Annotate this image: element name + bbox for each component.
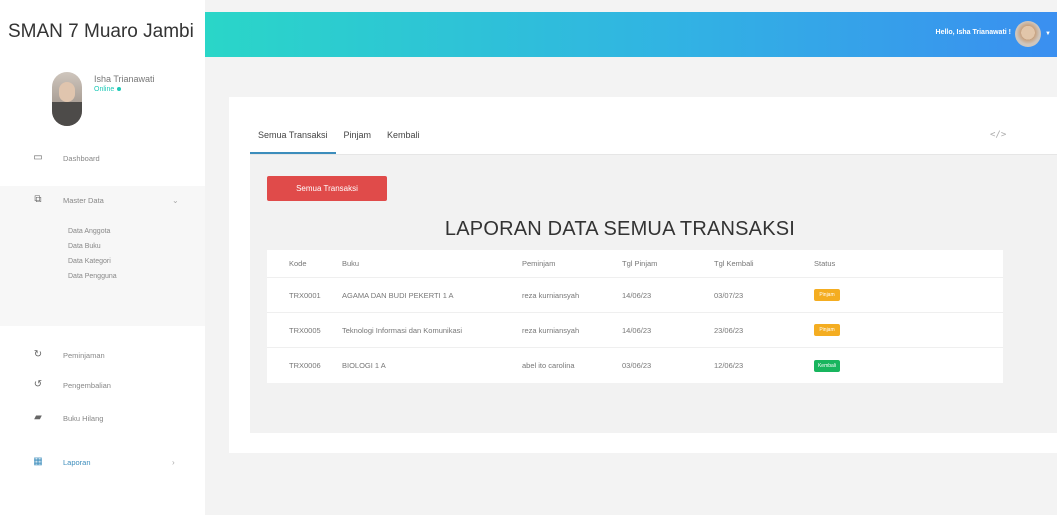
column-header-kode: Kode	[289, 259, 307, 268]
column-header-tgl-pinjam: Tgl Pinjam	[622, 259, 658, 268]
cell-buku: BIOLOGI 1 A	[342, 361, 386, 370]
undo-icon: ↺	[33, 379, 43, 390]
tab-pinjam[interactable]: Pinjam	[336, 124, 380, 154]
caret-down-icon[interactable]: ▼	[1045, 31, 1051, 37]
sidebar-item-master-data[interactable]: ⧉ Master Data ⌄	[0, 186, 205, 214]
cell-tgl-pinjam: 14/06/23	[622, 290, 652, 300]
sidebar-item-laporan[interactable]: ▦ Laporan ›	[0, 448, 205, 476]
sidebar-item-label: Master Data	[63, 195, 104, 205]
user-avatar[interactable]	[1015, 21, 1041, 47]
sidebar-item-label: Buku Hilang	[63, 413, 104, 423]
cell-peminjam: reza kurniansyah	[522, 325, 580, 335]
redo-icon: ↻	[33, 349, 43, 360]
sidebar-item-pengembalian[interactable]: ↺ Pengembalian	[0, 371, 205, 399]
sidebar-subitem-data-buku[interactable]: Data Buku	[0, 239, 205, 254]
tab-semua-transaksi[interactable]: Semua Transaksi	[250, 124, 336, 154]
monitor-icon: ▭	[33, 152, 43, 163]
status-badge: Pinjam	[814, 289, 840, 301]
tab-kembali[interactable]: Kembali	[379, 124, 428, 154]
table-row: TRX0001 AGAMA DAN BUDI PEKERTI 1 A reza …	[267, 278, 1003, 313]
cell-status: Pinjam	[814, 324, 904, 336]
cell-buku: Teknologi Informasi dan Komunikasi	[342, 325, 463, 335]
cell-peminjam: abel ito carolina	[522, 361, 575, 370]
avatar	[52, 72, 82, 126]
sidebar-item-label: Peminjaman	[63, 350, 105, 360]
semua-transaksi-button[interactable]: Semua Transaksi	[267, 176, 387, 201]
status-badge: Kembali	[814, 359, 840, 372]
sidebar-subitem-data-anggota[interactable]: Data Anggota	[0, 224, 205, 239]
cell-kode: TRX0001	[289, 290, 321, 300]
column-header-buku: Buku	[342, 259, 360, 268]
column-header-tgl-kembali: Tgl Kembali	[714, 259, 754, 268]
table-row: TRX0006 BIOLOGI 1 A abel ito carolina 03…	[267, 348, 1003, 383]
user-greeting[interactable]: Hello, Isha Trianawati !	[936, 29, 1011, 36]
sidebar-item-buku-hilang[interactable]: ▰ Buku Hilang	[0, 404, 205, 432]
status-badge: Pinjam	[814, 324, 840, 336]
code-icon[interactable]: </>	[990, 130, 1006, 140]
cell-kode: TRX0005	[289, 325, 321, 335]
report-card: Semua Transaksi Pinjam Kembali </> Semua…	[229, 97, 1057, 453]
brand-title[interactable]: SMAN 7 Muaro Jambi	[0, 0, 205, 64]
transactions-table: Kode Buku Peminjam Tgl Pinjam Tgl Kembal…	[267, 250, 1003, 383]
chevron-right-icon: ›	[172, 457, 175, 467]
sidebar-item-label: Laporan	[63, 457, 91, 467]
table-header-row: Kode Buku Peminjam Tgl Pinjam Tgl Kembal…	[267, 250, 1003, 278]
sidebar: SMAN 7 Muaro Jambi Isha Trianawati Onlin…	[0, 0, 205, 515]
cell-tgl-kembali: 23/06/23	[714, 325, 744, 335]
column-header-peminjam: Peminjam	[522, 259, 556, 268]
top-navbar: Hello, Isha Trianawati ! ▼	[205, 12, 1057, 57]
sidebar-item-label: Dashboard	[63, 153, 100, 163]
book-icon: ▰	[34, 412, 42, 423]
cell-kode: TRX0006	[289, 361, 321, 370]
table-row: TRX0005 Teknologi Informasi dan Komunika…	[267, 313, 1003, 348]
table-icon: ▦	[33, 456, 43, 467]
column-header-status: Status	[814, 259, 836, 268]
tab-panel: Semua Transaksi LAPORAN DATA SEMUA TRANS…	[250, 155, 1057, 433]
copy-icon: ⧉	[34, 194, 42, 205]
cell-tgl-pinjam: 14/06/23	[622, 325, 652, 335]
tab-bar: Semua Transaksi Pinjam Kembali	[250, 124, 428, 154]
cell-tgl-kembali: 03/07/23	[714, 290, 744, 300]
cell-tgl-pinjam: 03/06/23	[622, 361, 652, 370]
user-profile: Isha Trianawati Online	[0, 64, 205, 146]
cell-status: Kembali	[814, 359, 904, 372]
profile-status: Online	[94, 86, 122, 93]
sidebar-item-label: Pengembalian	[63, 380, 111, 390]
chevron-down-icon: ⌄	[172, 195, 179, 205]
sidebar-subitem-data-kategori[interactable]: Data Kategori	[0, 254, 205, 269]
sidebar-item-dashboard[interactable]: ▭ Dashboard	[0, 144, 205, 172]
sidebar-item-peminjaman[interactable]: ↻ Peminjaman	[0, 341, 205, 369]
sidebar-subitem-data-pengguna[interactable]: Data Pengguna	[0, 269, 205, 284]
cell-status: Pinjam	[814, 289, 904, 301]
cell-buku: AGAMA DAN BUDI PEKERTI 1 A	[342, 290, 454, 300]
report-title: LAPORAN DATA SEMUA TRANSAKSI	[444, 218, 796, 240]
cell-peminjam: reza kurniansyah	[522, 290, 580, 300]
cell-tgl-kembali: 12/06/23	[714, 361, 744, 370]
profile-name: Isha Trianawati	[94, 74, 155, 84]
master-data-submenu: Data Anggota Data Buku Data Kategori Dat…	[0, 214, 205, 326]
